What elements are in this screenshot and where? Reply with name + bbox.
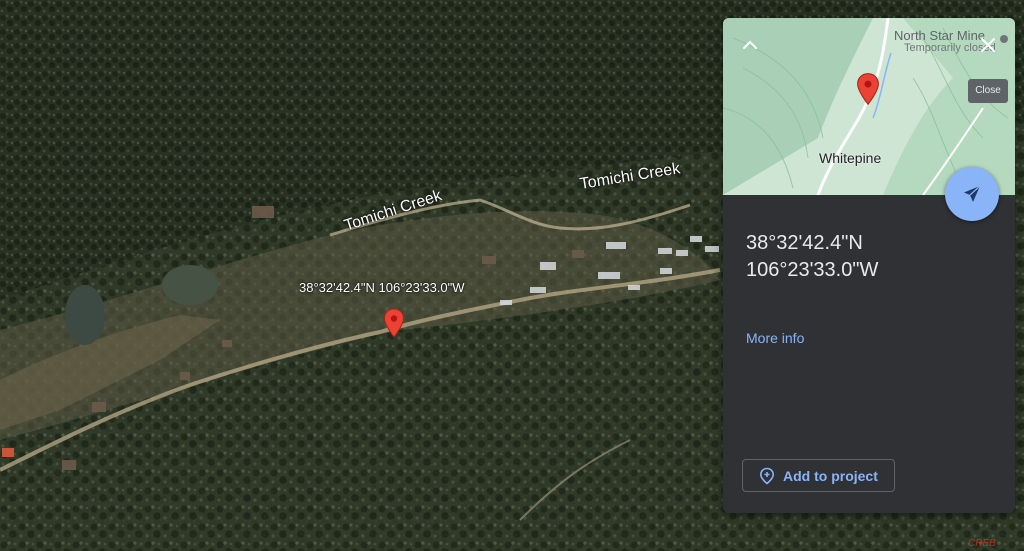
directions-button[interactable] bbox=[945, 167, 999, 221]
add-to-project-button[interactable]: Add to project bbox=[742, 459, 895, 492]
coordinates: 38°32'42.4"N 106°23'33.0"W bbox=[746, 230, 878, 284]
thumbnail-pin-icon bbox=[857, 73, 879, 106]
add-to-project-label: Add to project bbox=[783, 467, 878, 484]
close-button[interactable] bbox=[977, 34, 999, 56]
poi-name: North Star Mine bbox=[894, 28, 986, 43]
more-info-link[interactable]: More info bbox=[746, 330, 804, 346]
close-icon bbox=[981, 38, 995, 52]
close-tooltip: Close bbox=[968, 79, 1008, 103]
latitude: 38°32'42.4"N bbox=[746, 232, 863, 254]
location-info-panel: North Star Mine Temporarily closed White… bbox=[723, 18, 1015, 513]
pin-coordinates-label: 38°32'42.4"N 106°23'33.0"W bbox=[299, 280, 465, 295]
place-name: Whitepine bbox=[819, 150, 882, 166]
location-pin-icon[interactable] bbox=[383, 308, 405, 338]
watermark: CREB bbox=[968, 538, 996, 549]
chevron-up-icon bbox=[743, 40, 757, 49]
add-location-icon bbox=[759, 467, 775, 485]
collapse-button[interactable] bbox=[739, 34, 761, 56]
send-icon bbox=[964, 185, 981, 202]
longitude: 106°23'33.0"W bbox=[746, 259, 879, 281]
